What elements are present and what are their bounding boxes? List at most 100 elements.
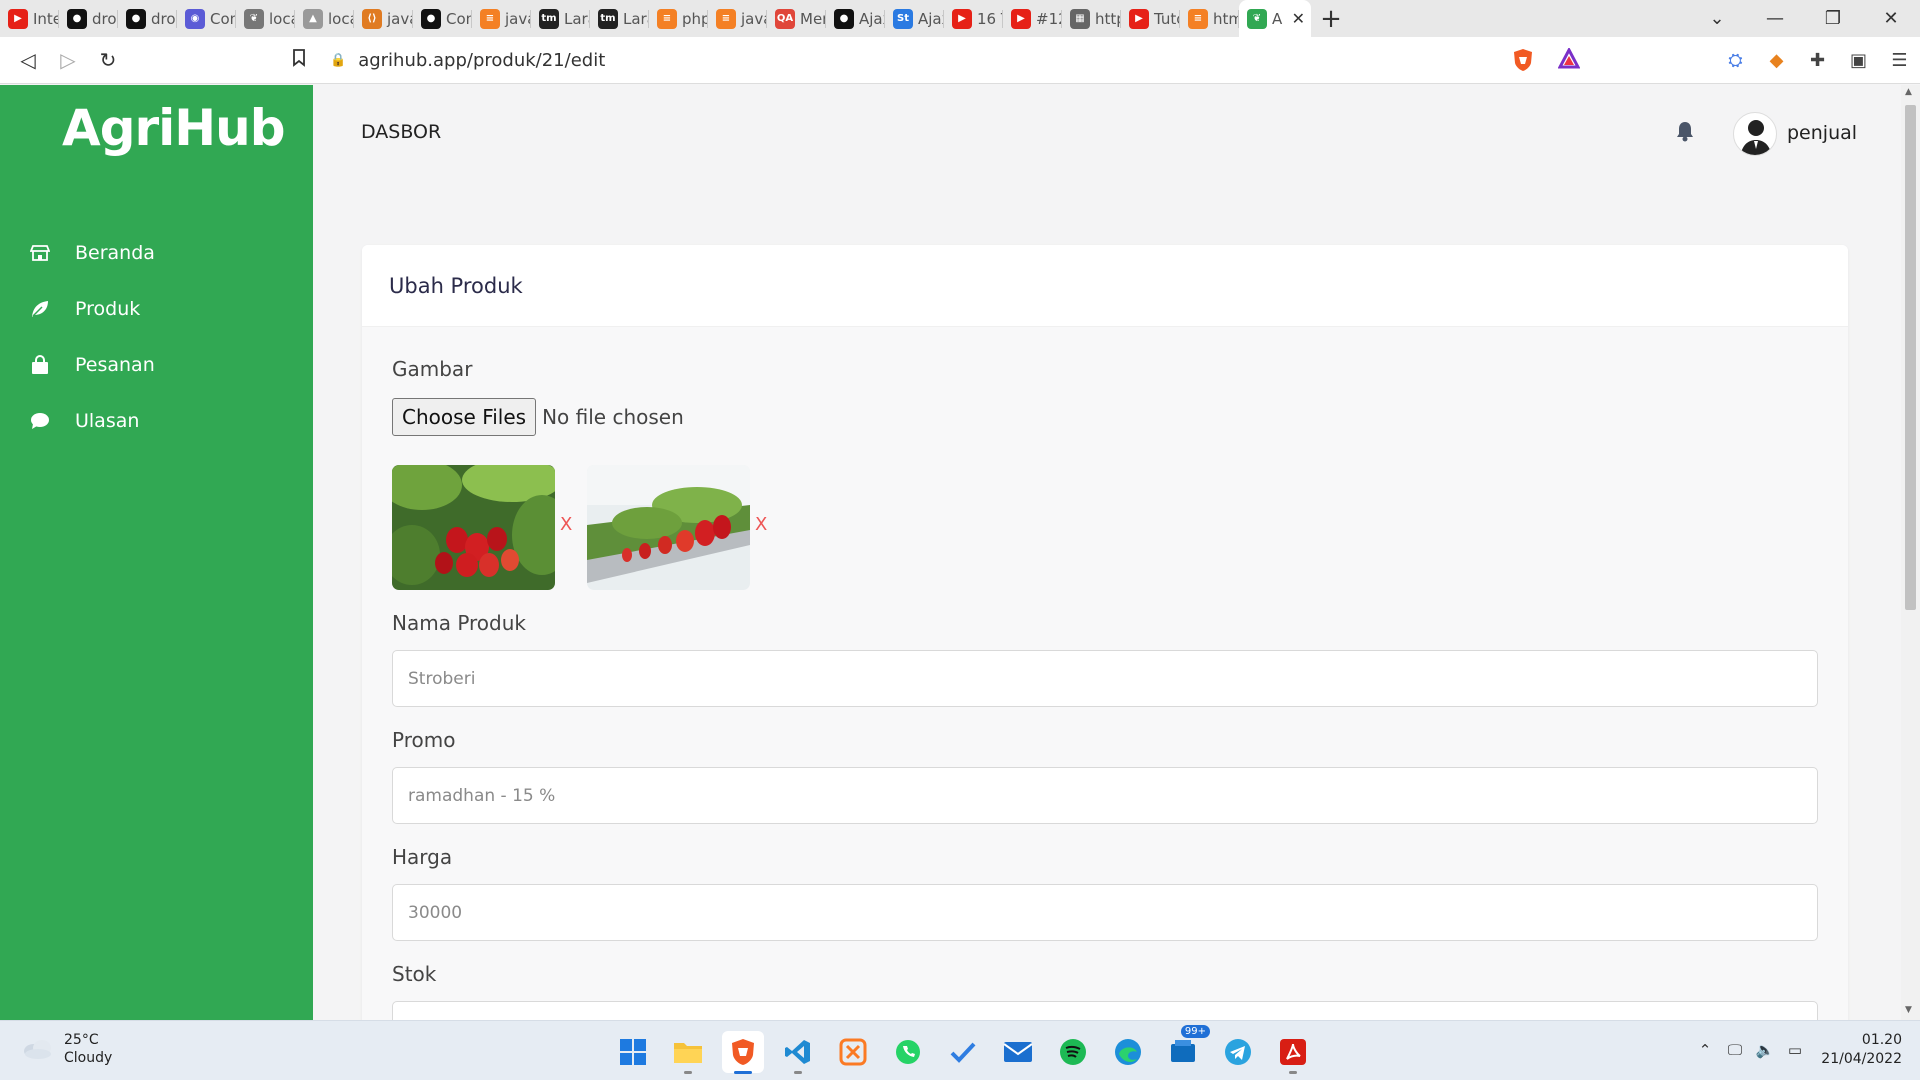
- stack-icon: ≡: [1188, 8, 1208, 29]
- url-field[interactable]: 🔒 agrihub.app/produk/21/edit: [330, 43, 1590, 77]
- start-button[interactable]: [612, 1031, 654, 1073]
- browser-tab[interactable]: ▶ 16 T: [944, 0, 1003, 37]
- clock[interactable]: 01.20 21/04/2022: [1810, 1031, 1920, 1069]
- spotify-icon[interactable]: [1052, 1031, 1094, 1073]
- edit-product-card: Ubah Produk Gambar Choose Files No file …: [362, 245, 1848, 1020]
- bag-icon: [30, 355, 50, 375]
- volume-icon[interactable]: 🔈: [1750, 1041, 1780, 1059]
- sidebar-item-pesanan[interactable]: Pesanan: [0, 337, 313, 393]
- remove-image-button[interactable]: X: [560, 514, 572, 535]
- whatsapp-icon[interactable]: [887, 1031, 929, 1073]
- tab-label: Integ: [33, 9, 59, 28]
- browser-tab[interactable]: ❦ local: [236, 0, 295, 37]
- tab-label: Com: [210, 9, 236, 28]
- circle-icon: ●: [834, 8, 854, 29]
- browser-tab[interactable]: ▶ Tuto: [1121, 0, 1180, 37]
- avatar[interactable]: [1733, 112, 1777, 156]
- xampp-icon[interactable]: [832, 1031, 874, 1073]
- scroll-up-icon[interactable]: ▲: [1905, 87, 1912, 97]
- tab-label: javas: [387, 9, 413, 28]
- chevron-up-icon[interactable]: ⌃: [1690, 1041, 1720, 1059]
- acrobat-icon[interactable]: [1272, 1031, 1314, 1074]
- new-tab-button[interactable]: +: [1311, 0, 1351, 37]
- stock-label: Stok: [392, 962, 437, 986]
- weather-widget[interactable]: 25°C Cloudy: [22, 1031, 112, 1067]
- sidebar-item-ulasan[interactable]: Ulasan: [0, 393, 313, 449]
- stock-input[interactable]: [392, 1001, 1818, 1020]
- bookmark-icon[interactable]: [292, 49, 306, 67]
- mail-app-icon[interactable]: 99+: [1162, 1025, 1210, 1073]
- browser-tab[interactable]: ● Com: [413, 0, 472, 37]
- browser-tab[interactable]: ▶ Integ: [0, 0, 59, 37]
- vertical-scrollbar[interactable]: ▲ ▼: [1901, 85, 1920, 1020]
- metamask-icon[interactable]: ◆: [1756, 50, 1797, 71]
- browser-tab[interactable]: St Ajax: [885, 0, 944, 37]
- vscode-icon[interactable]: [777, 1031, 819, 1074]
- store-icon: [30, 243, 50, 263]
- battery-icon[interactable]: ▭: [1780, 1041, 1810, 1059]
- wallet-icon[interactable]: ▣: [1838, 50, 1879, 71]
- scroll-down-icon[interactable]: ▼: [1905, 1005, 1912, 1015]
- tab-label: #12: [1036, 9, 1062, 28]
- back-button[interactable]: ◁: [8, 48, 48, 72]
- browser-tab[interactable]: ◉ Com: [177, 0, 236, 37]
- browser-tab[interactable]: QA Men: [767, 0, 826, 37]
- choose-files-button[interactable]: Choose Files: [392, 398, 537, 436]
- tab-search-icon[interactable]: ⌄: [1688, 8, 1746, 29]
- telegram-icon[interactable]: [1217, 1031, 1259, 1073]
- sidebar-item-produk[interactable]: Produk: [0, 281, 313, 337]
- image-label: Gambar: [392, 357, 473, 381]
- scrollbar-thumb[interactable]: [1905, 105, 1916, 610]
- browser-tab[interactable]: ≡ html: [1180, 0, 1239, 37]
- browser-tab[interactable]: ▶ #12: [1003, 0, 1062, 37]
- brave-rewards-icon[interactable]: [1558, 48, 1580, 70]
- promo-select[interactable]: ramadhan - 15 %: [392, 767, 1818, 824]
- restore-button[interactable]: ❐: [1804, 8, 1862, 29]
- file-explorer-icon[interactable]: [667, 1031, 709, 1074]
- extensions-area: ⛭ ◆ ✚ ▣ ☰: [1715, 37, 1920, 84]
- close-window-button[interactable]: ✕: [1862, 8, 1920, 29]
- mail-icon[interactable]: [997, 1031, 1039, 1073]
- tab-label: javas: [505, 9, 531, 28]
- username[interactable]: penjual: [1787, 122, 1857, 144]
- brave-shield-icon[interactable]: [1512, 48, 1534, 72]
- edge-icon[interactable]: [1107, 1031, 1149, 1073]
- minimize-button[interactable]: —: [1746, 8, 1804, 29]
- network-icon[interactable]: 🖵: [1720, 1041, 1750, 1059]
- brave-browser-icon[interactable]: [722, 1031, 764, 1074]
- tab-label: http: [1095, 9, 1121, 28]
- product-image-thumbnail: [587, 465, 750, 590]
- tab-label: Com: [446, 9, 472, 28]
- browser-tab[interactable]: ≡ javas: [708, 0, 767, 37]
- browser-tab[interactable]: ▦ http: [1062, 0, 1121, 37]
- browser-tab[interactable]: tm Lara: [590, 0, 649, 37]
- browser-tab[interactable]: ≡ javas: [472, 0, 531, 37]
- bell-icon[interactable]: [1675, 120, 1695, 142]
- browser-tab[interactable]: tm Lara: [531, 0, 590, 37]
- brand-logo[interactable]: AgriHub: [62, 99, 286, 157]
- browser-tab[interactable]: ▲ local: [295, 0, 354, 37]
- browser-tab[interactable]: ● drop: [118, 0, 177, 37]
- browser-tab-active[interactable]: ❦ A ✕: [1239, 0, 1311, 37]
- stack-icon: ≡: [657, 8, 677, 29]
- extensions-icon[interactable]: ✚: [1797, 50, 1838, 71]
- translate-icon[interactable]: ⛭: [1715, 50, 1756, 71]
- leaf-icon: ❦: [244, 8, 264, 29]
- todo-icon[interactable]: [942, 1031, 984, 1073]
- price-input[interactable]: 30000: [392, 884, 1818, 941]
- file-input[interactable]: Choose Files No file chosen: [392, 398, 684, 436]
- menu-icon[interactable]: ☰: [1879, 50, 1920, 71]
- reload-button[interactable]: ↻: [88, 48, 128, 72]
- remove-image-button[interactable]: X: [755, 514, 767, 535]
- browser-tab[interactable]: ⟨⟩ javas: [354, 0, 413, 37]
- sidebar-item-beranda[interactable]: Beranda: [0, 225, 313, 281]
- youtube-icon: ▶: [8, 8, 28, 29]
- clock-time: 01.20: [1861, 1032, 1902, 1048]
- github-icon: ●: [67, 8, 87, 29]
- product-name-input[interactable]: Stroberi: [392, 650, 1818, 707]
- close-tab-icon[interactable]: ✕: [1292, 9, 1305, 28]
- browser-tab[interactable]: ● Ajax: [826, 0, 885, 37]
- browser-tab[interactable]: ● drop: [59, 0, 118, 37]
- browser-tab[interactable]: ≡ php: [649, 0, 708, 37]
- forward-button[interactable]: ▷: [48, 48, 88, 72]
